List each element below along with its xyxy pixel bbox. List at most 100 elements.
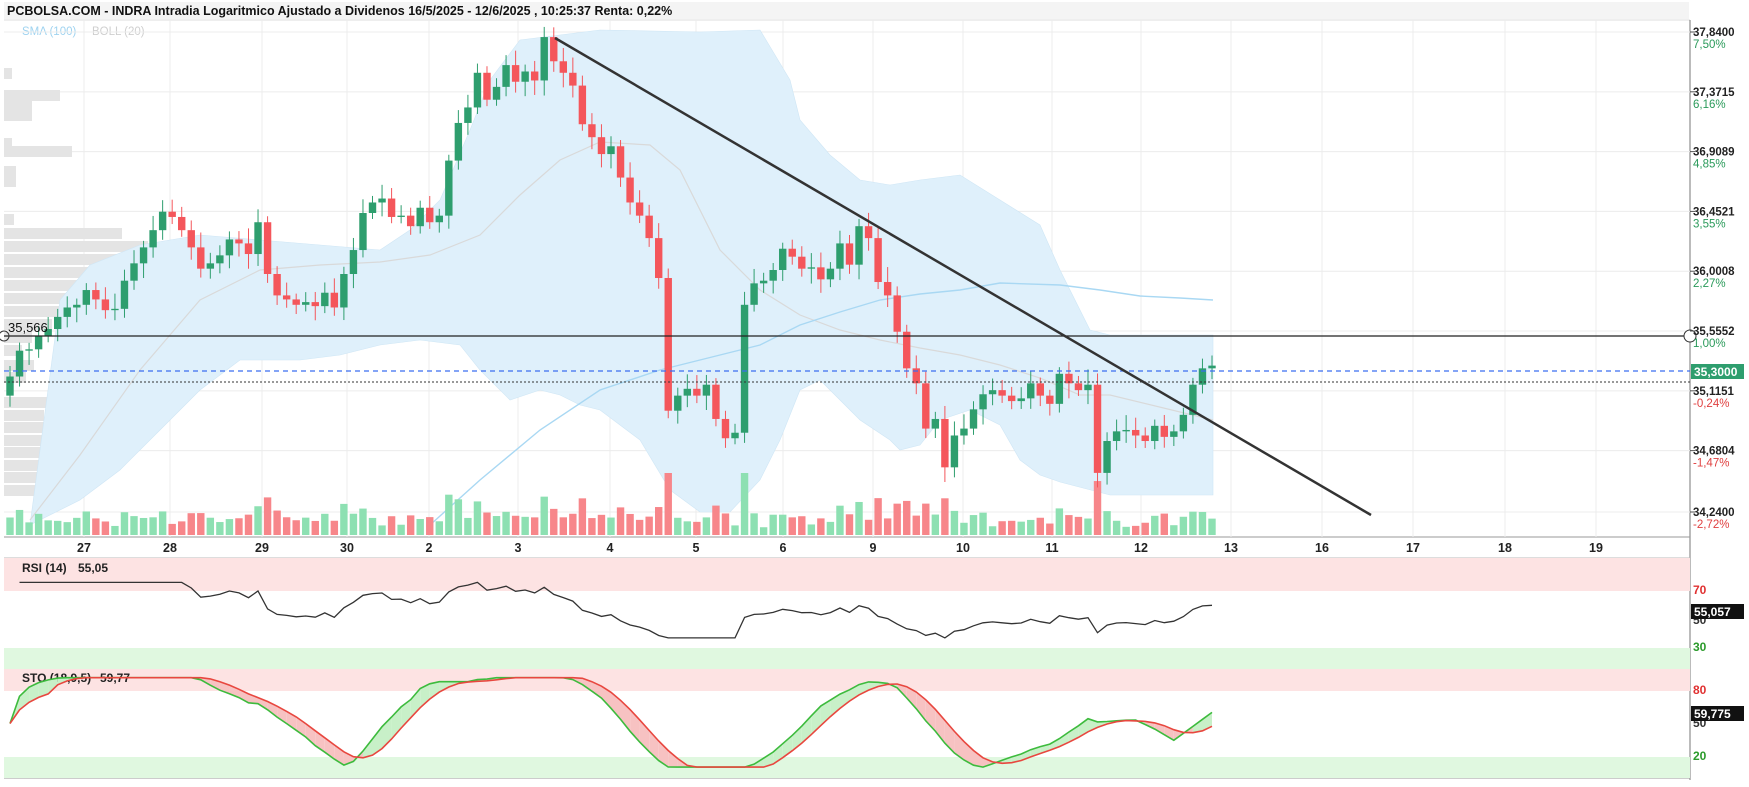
candle-body — [254, 222, 261, 254]
candle-body — [903, 332, 910, 369]
date-tick-label: 17 — [1406, 541, 1420, 555]
volume-bar — [178, 521, 185, 535]
stoch-fill-segment — [974, 751, 984, 768]
volume-bar — [1094, 481, 1101, 535]
pct-tick-label: 7,50% — [1693, 39, 1726, 51]
volume-bar — [913, 516, 920, 535]
volume-bar — [331, 521, 338, 535]
candle-body — [607, 146, 614, 154]
volume-bar — [636, 520, 643, 535]
stoch-fill-segment — [668, 751, 678, 768]
candle-body — [64, 307, 71, 316]
volume-profile-bar — [4, 100, 32, 111]
volume-bar — [264, 497, 271, 535]
price-axis: 37,84007,50%37,37156,16%36,90894,85%36,4… — [1690, 27, 1735, 531]
volume-bar — [245, 515, 252, 535]
candle-body — [407, 216, 414, 227]
candle-body — [474, 73, 481, 108]
rsi-value: 55,05 — [78, 561, 108, 575]
candle-body — [436, 216, 443, 223]
candle-body — [684, 389, 691, 396]
volume-bar — [1037, 518, 1044, 535]
candle-body — [197, 247, 204, 268]
volume-bar — [827, 522, 834, 535]
volume-bar — [769, 515, 776, 535]
candle-body — [951, 435, 958, 467]
candle-body — [531, 71, 538, 80]
volume-bar — [617, 507, 624, 535]
candle-body — [731, 433, 738, 439]
volume-profile-bar — [4, 214, 14, 225]
candle-body — [312, 302, 319, 306]
volume-bar — [159, 511, 166, 535]
candle-body — [674, 396, 681, 411]
candle-body — [941, 419, 948, 467]
candle-body — [636, 202, 643, 215]
candle-body — [884, 282, 891, 295]
volume-bar — [102, 521, 109, 535]
candle-body — [369, 202, 376, 213]
candle-body — [865, 226, 872, 238]
candle-body — [579, 86, 586, 125]
candle-body — [1008, 396, 1015, 401]
candle-body — [922, 383, 929, 428]
candle-body — [626, 178, 633, 203]
price-tick-label: 34,2400 — [1693, 507, 1735, 519]
candle-body — [970, 409, 977, 428]
candle-body — [760, 281, 767, 284]
volume-bar — [531, 517, 538, 535]
volume-bar — [541, 497, 548, 535]
volume-bar — [474, 501, 481, 535]
volume-bar — [865, 520, 872, 535]
candle-body — [121, 281, 128, 309]
candle-body — [340, 274, 347, 307]
volume-bar — [684, 521, 691, 535]
volume-bar — [312, 521, 319, 535]
volume-bar — [464, 518, 471, 535]
volume-bar — [1170, 525, 1177, 535]
volume-bar — [741, 473, 748, 535]
candle-body — [1208, 366, 1215, 369]
volume-bar — [149, 517, 156, 535]
chart-svg: PCBOLSA.COM - INDRA Intradia Logaritmico… — [0, 0, 1749, 782]
volume-bar — [292, 520, 299, 535]
volume-bar — [130, 516, 137, 535]
date-tick-label: 29 — [255, 541, 269, 555]
volume-bar — [1132, 526, 1139, 535]
volume-bar — [951, 511, 958, 535]
candle-body — [617, 146, 624, 177]
date-tick-label: 2 — [426, 541, 433, 555]
rsi-level-70: 70 — [1693, 583, 1707, 597]
volume-bar — [273, 511, 280, 535]
pct-tick-label: 3,55% — [1693, 218, 1726, 230]
candle-body — [321, 293, 328, 306]
candle-body — [73, 305, 80, 308]
volume-bar — [970, 515, 977, 535]
volume-bar — [1161, 514, 1168, 535]
volume-bar — [626, 514, 633, 535]
candle-body — [703, 385, 710, 396]
stoch-overbought-zone — [4, 669, 1690, 691]
volume-bar — [665, 473, 672, 535]
volume-bar — [1151, 516, 1158, 535]
date-tick-label: 3 — [515, 541, 522, 555]
volume-bar — [44, 520, 51, 535]
volume-bar — [569, 514, 576, 535]
volume-bar — [359, 509, 366, 535]
candle-body — [1170, 431, 1177, 437]
date-tick-label: 6 — [780, 541, 787, 555]
candle-body — [111, 309, 118, 310]
candle-body — [874, 238, 881, 282]
volume-bar — [998, 521, 1005, 535]
volume-bar — [808, 524, 815, 535]
candle-body — [1122, 430, 1129, 431]
volume-bar — [73, 518, 80, 535]
volume-bar — [884, 518, 891, 535]
volume-bar — [16, 510, 23, 535]
volume-bar — [1103, 511, 1110, 535]
candle-body — [645, 216, 652, 238]
date-tick-label: 11 — [1045, 541, 1058, 555]
volume-bar — [340, 504, 347, 535]
volume-bar — [226, 519, 233, 535]
candle-body — [35, 336, 42, 350]
